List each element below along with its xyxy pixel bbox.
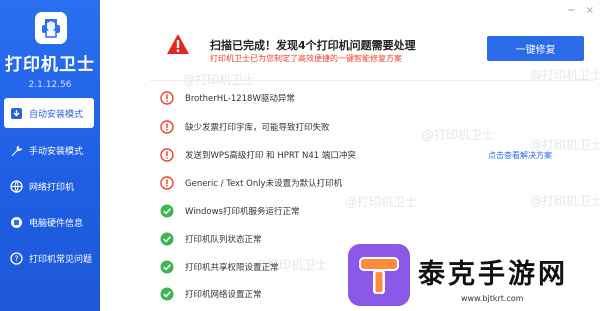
window-controls: − × — [567, 5, 594, 16]
result-item: BrotherHL-1218W驱动异常 — [160, 90, 295, 106]
result-item: 发送到WPS高级打印 和 HPRT N41 端口冲突 — [160, 147, 356, 163]
check-icon — [160, 260, 174, 274]
watermark: @打印机卫士 — [530, 194, 600, 208]
watermark: @打印机卫士 — [422, 128, 495, 142]
wrench-icon — [9, 143, 23, 157]
hardware-icon — [9, 215, 23, 229]
printer-logo-icon — [42, 19, 60, 38]
result-text: Generic / Text Only未设置为默认打印机 — [185, 179, 343, 189]
faq-icon: ? — [9, 251, 23, 265]
app-logo — [35, 12, 67, 44]
sidebar-item-label: 手动安装模式 — [29, 146, 84, 157]
app-name: 打印机卫士 — [5, 55, 95, 75]
error-icon — [160, 148, 174, 162]
sidebar-item-manual-install[interactable]: 手动安装模式 — [0, 135, 100, 165]
result-text: 打印机共享权限设置正常 — [185, 263, 279, 273]
result-item: 打印机队列状态正常 — [160, 231, 262, 247]
close-icon[interactable]: × — [586, 5, 594, 16]
sidebar-item-network-printer[interactable]: 网络打印机 — [0, 171, 100, 201]
sidebar-item-label: 电脑硬件信息 — [29, 218, 84, 229]
result-text: 发送到WPS高级打印 和 HPRT N41 端口冲突 — [185, 151, 356, 161]
promo-url: www.bjtkrt.com — [461, 294, 524, 303]
one-click-repair-button[interactable]: 一键修复 — [487, 36, 584, 61]
sidebar-item-label: 网络打印机 — [29, 182, 75, 193]
sidebar-item-label: 自动安装模式 — [29, 109, 84, 120]
result-item: 打印机共享权限设置正常 — [160, 259, 279, 275]
error-icon — [160, 120, 174, 134]
error-icon — [160, 91, 174, 105]
result-item: 打印机网络设置正常 — [160, 286, 262, 302]
t-letter-icon — [359, 257, 399, 294]
sidebar: 打印机卫士 2.1.12.56 自动安装模式 手动安装模式 网络打印机 电脑硬件… — [0, 0, 100, 311]
result-item: Generic / Text Only未设置为默认打印机 — [160, 175, 342, 191]
sidebar-item-label: 打印机常见问题 — [29, 254, 93, 265]
minimize-icon[interactable]: − — [567, 5, 575, 16]
warning-triangle-icon — [166, 33, 190, 59]
check-icon — [160, 232, 174, 246]
sidebar-item-hardware-info[interactable]: 电脑硬件信息 — [0, 207, 100, 237]
view-solution-link[interactable]: 点击查看解决方案 — [488, 150, 552, 161]
result-text: 缺少发票打印字库，可能导致打印失败 — [185, 123, 330, 133]
auto-install-icon — [9, 106, 23, 120]
result-item: 缺少发票打印字库，可能导致打印失败 — [160, 119, 330, 135]
app-version: 2.1.12.56 — [28, 80, 72, 90]
svg-text:?: ? — [14, 254, 18, 263]
sidebar-item-auto-install[interactable]: 自动安装模式 — [4, 98, 94, 128]
site-watermark: 泰克手游网 www.bjtkrt.com — [348, 244, 600, 311]
result-item: Windows打印机服务运行正常 — [160, 203, 299, 219]
result-text: Windows打印机服务运行正常 — [185, 207, 300, 217]
result-text: 打印机队列状态正常 — [185, 235, 262, 245]
check-icon — [160, 204, 174, 218]
result-text: 打印机网络设置正常 — [185, 290, 262, 300]
sidebar-item-printer-faq[interactable]: ? 打印机常见问题 — [0, 243, 100, 273]
promo-title: 泰克手游网 — [418, 259, 568, 290]
divider — [150, 80, 594, 81]
check-icon — [160, 287, 174, 301]
promo-logo — [348, 244, 410, 306]
result-text: BrotherHL-1218W驱动异常 — [185, 94, 295, 104]
scan-result-title: 扫描已完成！发现4个打印机问题需要处理 — [210, 39, 416, 52]
scan-result-subtitle: 打印机卫士已为您制定了高效便捷的一键智能修复方案 — [210, 54, 402, 63]
watermark: @打印机卫士 — [345, 195, 418, 209]
error-icon — [160, 176, 174, 190]
network-icon — [9, 179, 23, 193]
